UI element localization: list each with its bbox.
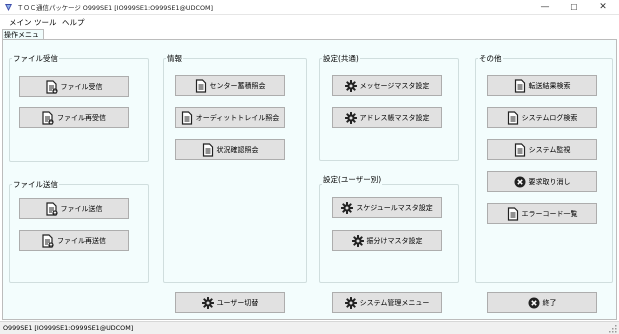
system-admin-menu-button[interactable]: システム管理メニュー bbox=[332, 292, 442, 313]
document-icon bbox=[507, 110, 519, 125]
system-log-search-button[interactable]: システムログ検索 bbox=[487, 107, 597, 128]
distribution-master-settings-label: 振分けマスタ設定 bbox=[366, 236, 423, 245]
gear-icon bbox=[201, 296, 214, 310]
file-rereceive-label: ファイル再受信 bbox=[57, 113, 106, 122]
group-title-settings-common: 設定(共通) bbox=[322, 53, 360, 64]
gear-icon bbox=[344, 79, 357, 93]
resize-grip-icon[interactable] bbox=[608, 324, 617, 333]
group-title-other: その他 bbox=[478, 53, 503, 64]
title-bar[interactable]: ＴＯＣ通信パッケージ O999SE1 [IO999SE1:O999SE1@UDC… bbox=[0, 0, 619, 15]
gear-icon bbox=[344, 296, 357, 310]
address-book-master-settings-button[interactable]: アドレス帳マスタ設定 bbox=[332, 107, 442, 128]
error-code-list-button[interactable]: エラーコード一覧 bbox=[487, 203, 597, 224]
menu-bar: メイン ツール ヘルプ bbox=[0, 15, 619, 29]
request-cancel-label: 要求取り消し bbox=[528, 177, 571, 186]
file-rereceive-button[interactable]: ファイル再受信 bbox=[19, 107, 129, 128]
document-icon bbox=[181, 110, 193, 125]
exit-label: 終了 bbox=[542, 298, 557, 307]
app-icon bbox=[5, 4, 12, 11]
file-send-icon bbox=[42, 233, 54, 248]
status-bar: O999SE1 [IO999SE1:O999SE1@UDCOM] bbox=[0, 321, 619, 334]
menu-tools[interactable]: ツール bbox=[34, 17, 57, 28]
window-title: ＴＯＣ通信パッケージ O999SE1 [IO999SE1:O999SE1@UDC… bbox=[17, 4, 214, 12]
file-resend-button[interactable]: ファイル再送信 bbox=[19, 230, 129, 251]
transfer-result-search-button[interactable]: 転送結果検索 bbox=[487, 75, 597, 96]
file-send-label: ファイル送信 bbox=[60, 204, 103, 213]
cancel-icon bbox=[514, 175, 526, 189]
system-log-search-label: システムログ検索 bbox=[521, 113, 578, 122]
message-master-settings-label: メッセージマスタ設定 bbox=[359, 81, 430, 90]
audit-trail-inquiry-label: オーディットトレイル照会 bbox=[195, 113, 280, 122]
address-book-master-settings-label: アドレス帳マスタ設定 bbox=[359, 113, 430, 122]
schedule-master-settings-label: スケジュールマスタ設定 bbox=[356, 203, 433, 212]
request-cancel-button[interactable]: 要求取り消し bbox=[487, 171, 597, 192]
file-receive-icon bbox=[45, 79, 58, 94]
system-monitor-label: システム監視 bbox=[528, 145, 571, 154]
document-icon bbox=[507, 206, 519, 221]
group-title-file-receive: ファイル受信 bbox=[12, 53, 59, 64]
menu-help[interactable]: ヘルプ bbox=[62, 17, 85, 28]
distribution-master-settings-button[interactable]: 振分けマスタ設定 bbox=[332, 230, 442, 251]
gear-icon bbox=[351, 234, 364, 248]
file-resend-label: ファイル再送信 bbox=[57, 236, 106, 245]
status-text: O999SE1 [IO999SE1:O999SE1@UDCOM] bbox=[3, 324, 134, 332]
menu-main[interactable]: メイン bbox=[9, 17, 32, 28]
error-code-list-label: エラーコード一覧 bbox=[521, 209, 578, 218]
user-switch-button[interactable]: ユーザー切替 bbox=[175, 292, 285, 313]
file-receive-icon bbox=[42, 110, 54, 125]
system-monitor-button[interactable]: システム監視 bbox=[487, 139, 597, 160]
file-send-button[interactable]: ファイル送信 bbox=[19, 198, 129, 219]
group-title-file-send: ファイル送信 bbox=[12, 179, 59, 190]
document-icon bbox=[514, 142, 526, 157]
center-storage-inquiry-button[interactable]: センター蓄積照会 bbox=[175, 75, 285, 96]
document-icon bbox=[514, 78, 526, 93]
gear-icon bbox=[341, 201, 354, 215]
cancel-icon bbox=[528, 296, 540, 310]
exit-button[interactable]: 終了 bbox=[487, 292, 597, 313]
maximize-button[interactable]: ☐ bbox=[559, 0, 589, 15]
file-send-icon bbox=[45, 201, 58, 216]
status-check-inquiry-button[interactable]: 状況確認照会 bbox=[175, 139, 285, 160]
group-title-info: 情報 bbox=[166, 53, 183, 64]
close-button[interactable]: ✕ bbox=[588, 0, 618, 15]
system-admin-menu-label: システム管理メニュー bbox=[359, 298, 430, 307]
center-storage-inquiry-label: センター蓄積照会 bbox=[209, 81, 266, 90]
file-receive-label: ファイル受信 bbox=[60, 82, 103, 91]
transfer-result-search-label: 転送結果検索 bbox=[528, 81, 571, 90]
document-icon bbox=[202, 142, 214, 157]
file-receive-button[interactable]: ファイル受信 bbox=[19, 76, 129, 97]
group-title-settings-user: 設定(ユーザー別) bbox=[322, 174, 383, 185]
operation-menu-panel: ファイル受信 ファイル受信 ファイル再受信 ファイル送信 ファイル送信 ファイル… bbox=[2, 39, 617, 320]
minimize-button[interactable]: — bbox=[530, 0, 560, 15]
document-icon bbox=[195, 78, 207, 93]
user-switch-label: ユーザー切替 bbox=[216, 298, 259, 307]
schedule-master-settings-button[interactable]: スケジュールマスタ設定 bbox=[332, 197, 442, 218]
message-master-settings-button[interactable]: メッセージマスタ設定 bbox=[332, 75, 442, 96]
status-check-inquiry-label: 状況確認照会 bbox=[216, 145, 259, 154]
audit-trail-inquiry-button[interactable]: オーディットトレイル照会 bbox=[175, 107, 285, 128]
gear-icon bbox=[344, 111, 357, 125]
